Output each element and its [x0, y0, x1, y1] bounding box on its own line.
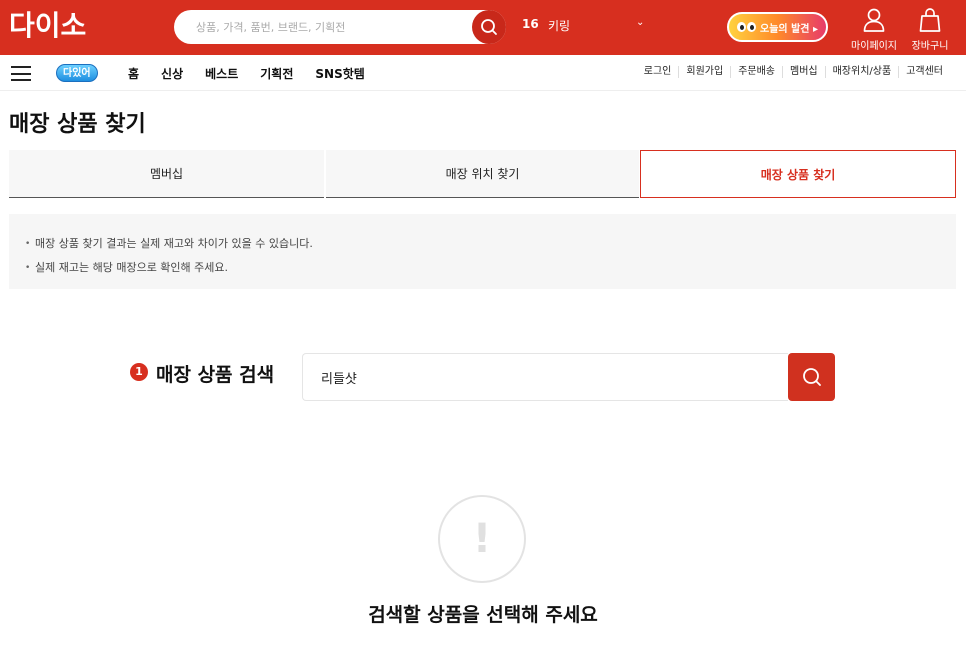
- user-icon: [863, 8, 885, 32]
- chevron-down-icon[interactable]: ⌄: [636, 17, 644, 28]
- global-search-input[interactable]: [196, 10, 466, 44]
- page-title: 매장 상품 찾기: [9, 112, 146, 137]
- cart-label: 장바구니: [911, 41, 949, 52]
- exclamation-glyph: !: [472, 516, 492, 562]
- nav-sns-hot[interactable]: SNS핫템: [315, 65, 364, 82]
- nav-membership[interactable]: 멤버십: [782, 66, 825, 78]
- search-icon: [802, 368, 821, 386]
- shopping-bag-icon: [919, 8, 941, 32]
- notice-item: 매장 상품 찾기 결과는 실제 재고와 차이가 있을 수 있습니다.: [25, 232, 940, 256]
- global-search-button[interactable]: [472, 10, 506, 44]
- search-icon: [481, 19, 497, 35]
- nav-new[interactable]: 신상: [161, 65, 183, 82]
- top-header: 다이소 16 키링 ⌄ 오늘의 발견 ▸ 마이페이지 장바구니: [0, 0, 966, 55]
- global-search-bar: [174, 10, 506, 44]
- hamburger-menu-icon[interactable]: [11, 66, 31, 81]
- nav-login[interactable]: 로그인: [637, 66, 679, 78]
- daiso-logo[interactable]: 다이소: [9, 8, 86, 44]
- product-search-input[interactable]: [302, 353, 788, 401]
- exclamation-icon: !: [438, 495, 526, 583]
- popular-rank-number: 16: [522, 17, 539, 31]
- tab-bar: 멤버십 매장 위치 찾기 매장 상품 찾기: [9, 150, 956, 198]
- notice-box: 매장 상품 찾기 결과는 실제 재고와 차이가 있을 수 있습니다. 실제 재고…: [9, 214, 956, 289]
- tab-membership[interactable]: 멤버십: [9, 150, 324, 198]
- nav-home[interactable]: 홈: [128, 65, 139, 82]
- section-title: 매장 상품 검색: [156, 364, 275, 386]
- eyes-icon: [737, 22, 756, 32]
- popular-rank-keyword[interactable]: 키링: [548, 17, 570, 34]
- nav-best[interactable]: 베스트: [205, 65, 238, 82]
- nav-orders[interactable]: 주문배송: [730, 66, 782, 78]
- cart-button[interactable]: 장바구니: [902, 8, 958, 52]
- daiso-badge-logo[interactable]: 다있어: [56, 64, 98, 82]
- utility-nav: 로그인 회원가입 주문배송 멤버십 매장위치/상품 고객센터: [637, 66, 950, 78]
- notice-item: 실제 재고는 해당 매장으로 확인해 주세요.: [25, 256, 940, 280]
- tab-store-product[interactable]: 매장 상품 찾기: [640, 150, 956, 198]
- mypage-label: 마이페이지: [851, 41, 897, 52]
- tab-store-location[interactable]: 매장 위치 찾기: [326, 150, 639, 198]
- category-nav: 다있어 홈 신상 베스트 기획전 SNS핫템 로그인 회원가입 주문배송 멤버십…: [0, 55, 966, 91]
- mypage-button[interactable]: 마이페이지: [846, 8, 902, 52]
- nav-exhibition[interactable]: 기획전: [260, 65, 293, 82]
- product-search-button[interactable]: [788, 353, 835, 401]
- today-discovery-label: 오늘의 발견 ▸: [760, 23, 818, 35]
- nav-customer-center[interactable]: 고객센터: [898, 66, 950, 78]
- main-nav: 홈 신상 베스트 기획전 SNS핫템: [128, 65, 387, 82]
- empty-state-message: 검색할 상품을 선택해 주세요: [368, 604, 598, 626]
- nav-store-location[interactable]: 매장위치/상품: [824, 66, 899, 78]
- today-discovery-button[interactable]: 오늘의 발견 ▸: [727, 12, 828, 42]
- nav-signup[interactable]: 회원가입: [678, 66, 730, 78]
- step-number-badge: 1: [130, 363, 148, 381]
